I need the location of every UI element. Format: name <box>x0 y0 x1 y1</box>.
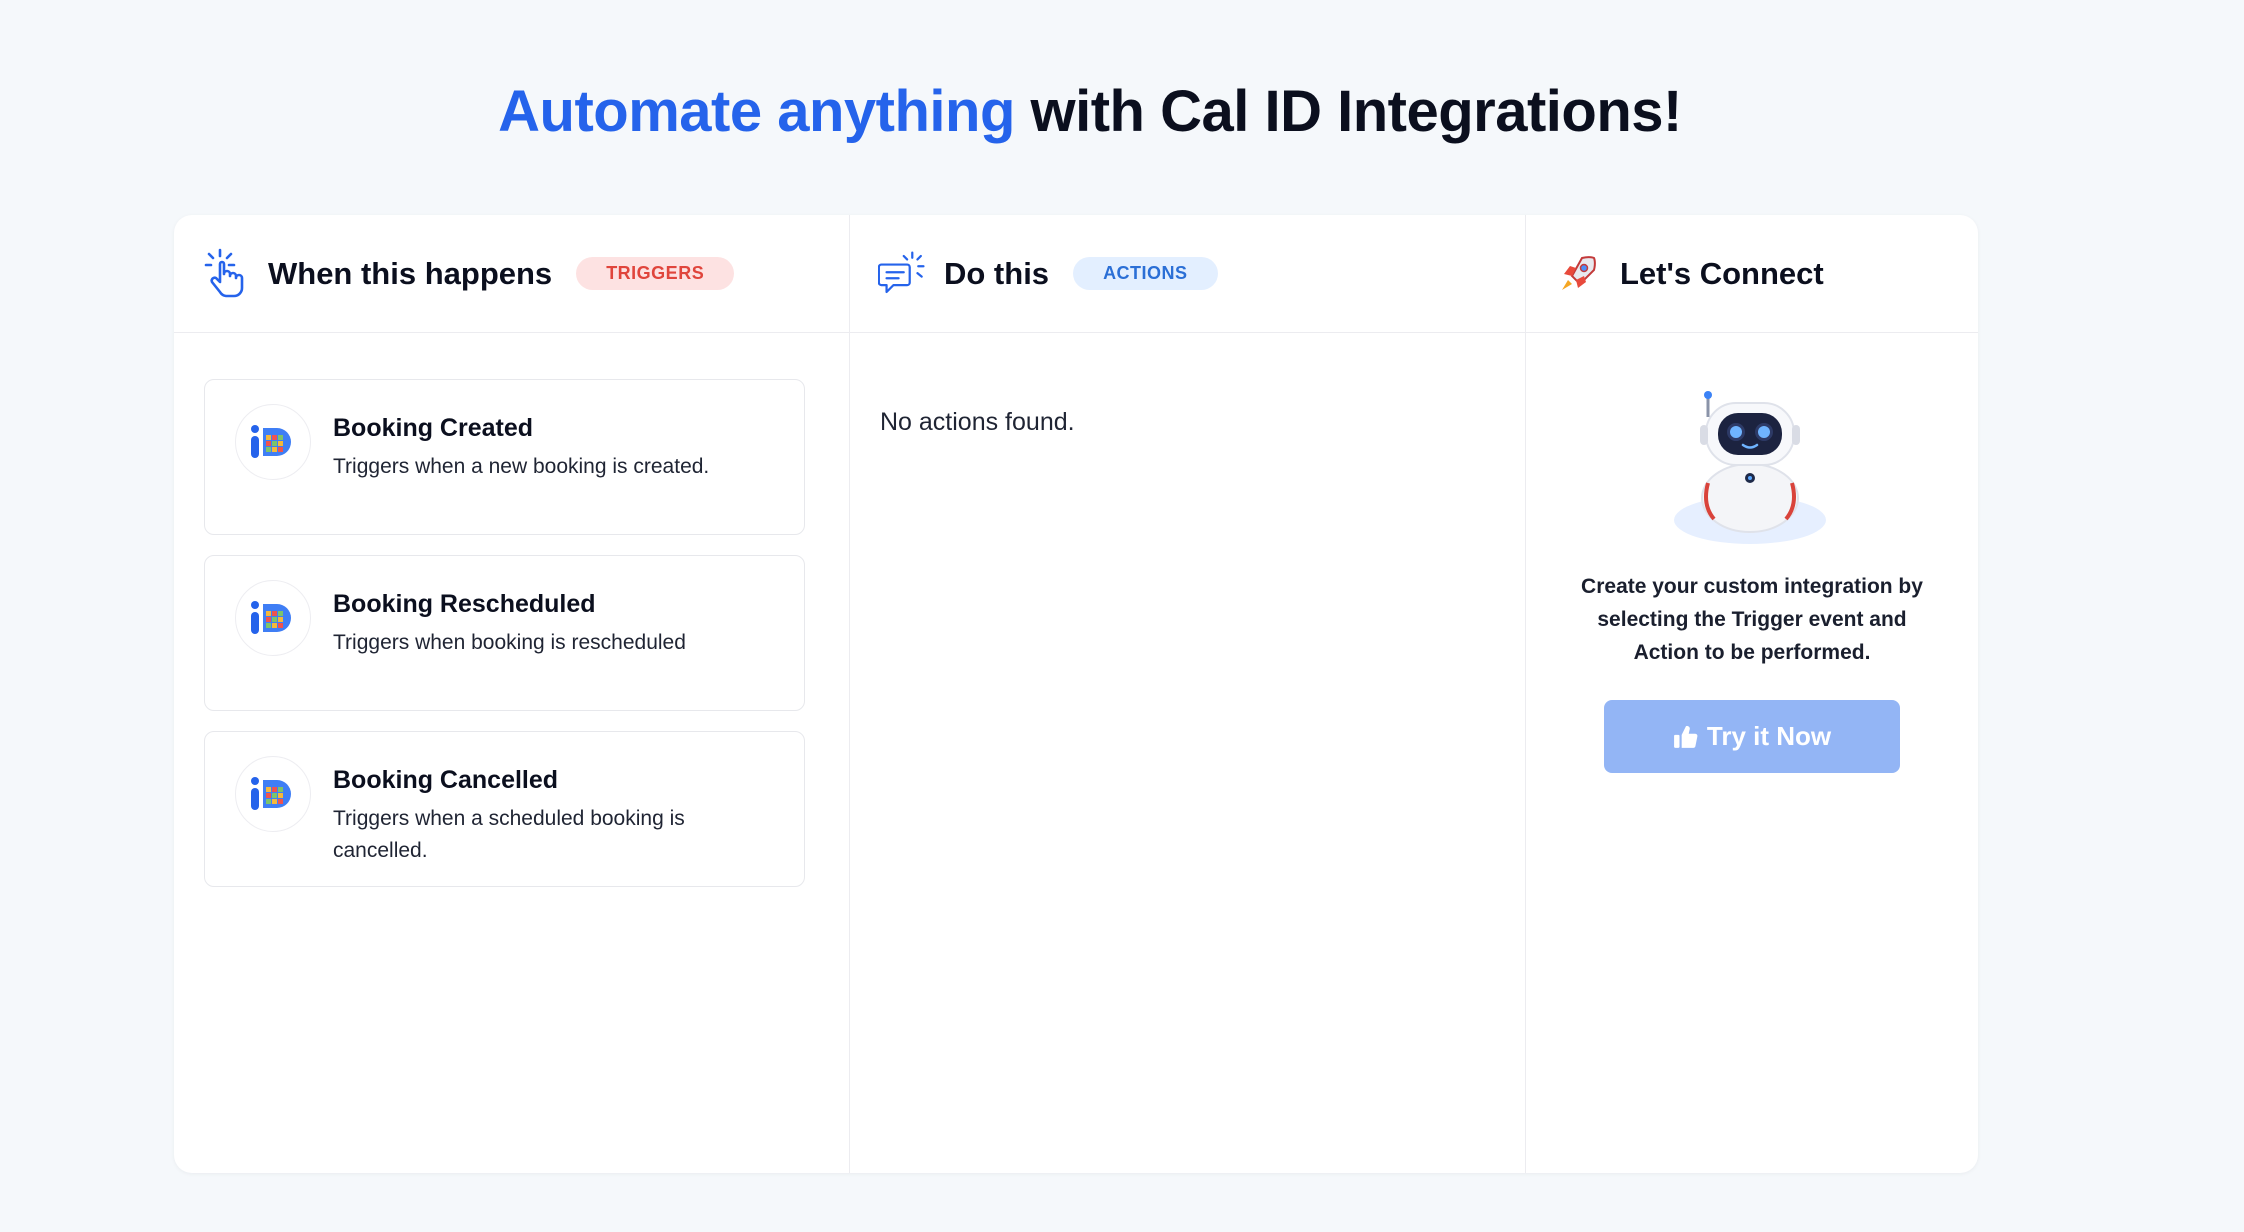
actions-header: Do this ACTIONS <box>850 215 1525 333</box>
triggers-title: When this happens <box>268 255 553 291</box>
actions-column: Do this ACTIONS No actions found. <box>850 215 1526 1173</box>
page-headline: Automate anything with Cal ID Integratio… <box>0 78 2180 145</box>
try-it-now-button[interactable]: Try it Now <box>1604 700 1900 773</box>
trigger-title: Booking Cancelled <box>333 766 559 794</box>
trigger-title: Booking Created <box>333 414 534 442</box>
thumbs-up-icon <box>1673 724 1699 750</box>
actions-title: Do this <box>944 255 1050 291</box>
trigger-booking-rescheduled[interactable]: Booking Rescheduled Triggers when bookin… <box>204 555 805 711</box>
trigger-description: Triggers when booking is rescheduled <box>333 631 686 654</box>
connect-title: Let's Connect <box>1620 255 1824 291</box>
trigger-booking-created[interactable]: Booking Created Triggers when a new book… <box>204 379 805 535</box>
no-actions-message: No actions found. <box>880 408 1075 436</box>
trigger-description: Triggers when a new booking is created. <box>333 455 710 478</box>
triggers-badge: TRIGGERS <box>576 257 735 290</box>
trigger-list: Booking Created Triggers when a new book… <box>174 333 849 887</box>
headline-rest: with Cal ID Integrations! <box>1030 79 1683 144</box>
robot-illustration <box>1670 375 1830 545</box>
headline-accent: Automate anything <box>498 79 1015 144</box>
trigger-description: Triggers when a scheduled booking is can… <box>333 807 685 862</box>
trigger-text: Booking Created Triggers when a new book… <box>333 404 713 534</box>
triggers-header: When this happens TRIGGERS <box>174 215 849 333</box>
integration-card: When this happens TRIGGERS Booking Creat… <box>174 215 1978 1173</box>
trigger-title: Booking Rescheduled <box>333 590 596 618</box>
trigger-text: Booking Rescheduled Triggers when bookin… <box>333 580 713 710</box>
triggers-column: When this happens TRIGGERS Booking Creat… <box>174 215 850 1173</box>
calid-logo-icon <box>235 404 311 480</box>
chat-bubble-icon <box>878 246 926 302</box>
connect-description: Create your custom integration by select… <box>1581 575 1923 664</box>
try-it-now-label: Try it Now <box>1706 721 1832 751</box>
calid-logo-icon <box>235 756 311 832</box>
trigger-text: Booking Cancelled Triggers when a schedu… <box>333 756 713 886</box>
calid-logo-icon <box>235 580 311 656</box>
tap-hand-icon <box>202 246 250 302</box>
actions-badge: ACTIONS <box>1073 257 1218 290</box>
trigger-booking-cancelled[interactable]: Booking Cancelled Triggers when a schedu… <box>204 731 805 887</box>
rocket-icon <box>1554 246 1602 302</box>
connect-header: Let's Connect <box>1526 215 1978 333</box>
connect-column: Let's Connect Create your custom integra… <box>1526 215 1978 1173</box>
